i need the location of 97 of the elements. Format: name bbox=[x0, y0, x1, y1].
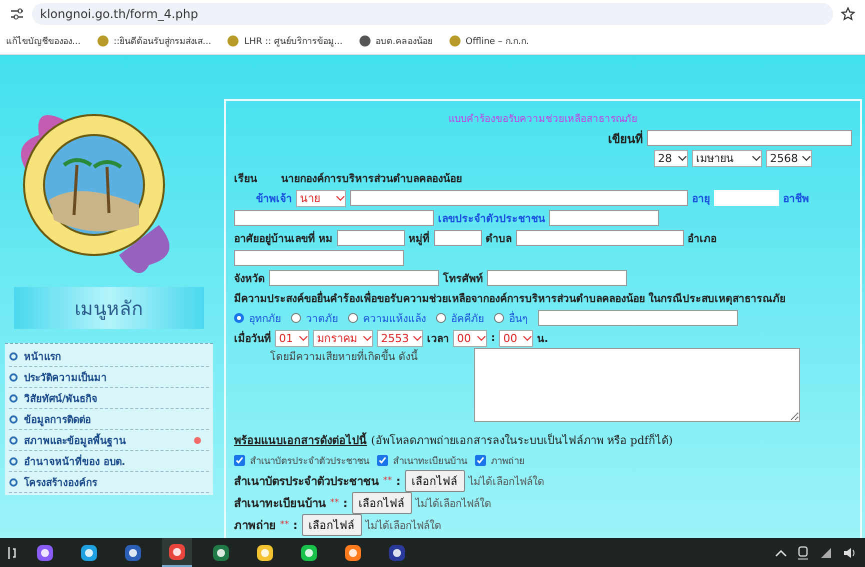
form-title: แบบคำร้องขอรับความช่วยเหลือสาธารณภัย bbox=[448, 112, 638, 127]
phone-field[interactable] bbox=[487, 270, 627, 286]
checkbox-option[interactable]: สำเนาบัตรประจำตัวประชาชน bbox=[234, 452, 369, 468]
bookmark-link[interactable]: ::ยินดีต้อนรับสู่กรมส่งเส... bbox=[96, 34, 212, 48]
attachments-note: (อัพโหลดภาพถ่ายเอกสารลงในระบบเป็นไฟล์ภาพ หรือ pdfก็ได้) bbox=[371, 432, 673, 449]
recipient-text: นายกองค์การบริหารส่วนตำบลคลองน้อย bbox=[281, 172, 462, 186]
month-select[interactable]: เมษายน bbox=[692, 150, 762, 166]
choose-file-button[interactable]: เลือกไฟล์ bbox=[352, 492, 412, 514]
task-view-icon[interactable] bbox=[8, 546, 16, 560]
menu-item[interactable]: ประวัติความเป็นมา bbox=[24, 370, 209, 384]
required-mark: ** bbox=[330, 498, 339, 508]
title-select[interactable]: นาย bbox=[296, 190, 346, 206]
district-field[interactable] bbox=[234, 250, 404, 266]
menu-item[interactable]: วิสัยทัศน์/พันธกิจ bbox=[24, 390, 209, 406]
day-select[interactable]: 28 bbox=[654, 150, 688, 166]
radio-option[interactable]: ความแห้งแล้ง bbox=[348, 310, 426, 326]
radio-option[interactable]: วาตภัย bbox=[291, 310, 338, 326]
id-number-field[interactable] bbox=[549, 210, 659, 226]
file-status-text: ไม่ได้เลือกไฟล์ใด bbox=[416, 496, 492, 512]
ring-bullet-icon bbox=[9, 456, 18, 466]
file-status-text: ไม่ได้เลือกไฟล์ใด bbox=[366, 518, 442, 534]
other-field[interactable] bbox=[538, 310, 738, 326]
site-settings-icon[interactable] bbox=[10, 8, 24, 20]
attachments-heading: พร้อมแนบเอกสารดังต่อไปนี้ bbox=[234, 431, 367, 449]
menu-item[interactable]: อำนาจหน้าที่ของ อบต. bbox=[24, 454, 209, 468]
name-field[interactable] bbox=[350, 190, 688, 206]
ring-bullet-icon bbox=[9, 478, 18, 486]
ring-bullet-icon bbox=[9, 372, 18, 382]
menu-item[interactable]: ข้อมูลการติดต่อ bbox=[24, 412, 209, 426]
separator-text: : bbox=[491, 332, 496, 344]
radio-option[interactable]: อัคคีภัย bbox=[436, 310, 484, 326]
field-label: เมื่อวันที่ bbox=[234, 330, 271, 346]
field-label: อาชีพ bbox=[783, 192, 809, 206]
hour-select[interactable]: 00 bbox=[453, 330, 487, 346]
ring-bullet-icon bbox=[9, 436, 18, 444]
field-label: โดยมีความเสียหายที่เกิดขึ้น ดังนี้ bbox=[269, 348, 419, 365]
ring-bullet-icon bbox=[9, 414, 18, 424]
age-field[interactable] bbox=[714, 190, 779, 206]
house-number-field[interactable] bbox=[336, 230, 405, 246]
radio-option[interactable]: อุทกภัย bbox=[234, 310, 281, 326]
file-status-text: ไม่ได้เลือกไฟล์ใด bbox=[468, 474, 545, 490]
month-select[interactable]: มกราคม bbox=[313, 330, 373, 346]
field-label: เรียน bbox=[234, 172, 257, 186]
purpose-text: มีความประสงค์ขอยื่นคำร้องเพื่อขอรับความช่วยเหลือจากองค์การบริหารส่วนตำบลคลองน้อย ในกรณีประสบเหตุสาธารณภัย bbox=[234, 290, 786, 306]
upload-label: สำเนาทะเบียนบ้าน bbox=[234, 495, 326, 512]
bookmark-link[interactable]: แก้ไขบัญชีขององ... bbox=[6, 34, 81, 48]
upload-label: สำเนาบัตรประจำตัวประชาชน bbox=[234, 473, 379, 490]
upload-label: ภาพถ่าย bbox=[234, 517, 276, 534]
checkmark-icon bbox=[235, 456, 244, 464]
menu-item[interactable]: หน้าแรก bbox=[24, 348, 209, 364]
separator-text: : bbox=[343, 496, 348, 510]
menu-item[interactable]: โครงสร้างองค์กร bbox=[24, 474, 209, 490]
damage-textarea[interactable] bbox=[474, 348, 800, 422]
required-mark: ** bbox=[280, 520, 289, 530]
field-label: ตำบล bbox=[486, 232, 512, 246]
minute-select[interactable]: 00 bbox=[499, 330, 534, 346]
separator-text: : bbox=[396, 474, 401, 488]
bookmark-link[interactable]: Offline – ก.ก.ก. bbox=[448, 34, 529, 48]
choose-file-button[interactable]: เลือกไฟล์ bbox=[404, 470, 465, 492]
bookmark-link[interactable]: อบต.คลองน้อย bbox=[358, 34, 433, 48]
field-label: อำเภอ bbox=[688, 232, 717, 246]
field-label: โทรศัพท์ bbox=[443, 271, 483, 286]
year-select[interactable]: 2568 bbox=[766, 150, 812, 166]
star-icon[interactable] bbox=[841, 7, 855, 21]
village-field[interactable] bbox=[434, 230, 482, 246]
field-label: อายุ bbox=[692, 192, 710, 206]
menu-title: เมนูหลัก bbox=[14, 287, 204, 329]
checkbox-option[interactable]: ภาพถ่าย bbox=[475, 452, 525, 468]
checkmark-icon bbox=[378, 456, 387, 464]
input-field[interactable] bbox=[647, 130, 852, 146]
checkmark-icon bbox=[476, 456, 485, 464]
menu-item[interactable]: สภาพและข้อมูลพื้นฐาน bbox=[24, 432, 188, 448]
ring-bullet-icon bbox=[9, 394, 18, 402]
day-select[interactable]: 01 bbox=[275, 330, 309, 346]
speaker-icon[interactable] bbox=[843, 546, 857, 558]
field-label: เขียนที่ bbox=[608, 129, 643, 148]
unit-text: น. bbox=[537, 332, 548, 346]
chevron-up-icon[interactable] bbox=[775, 548, 787, 556]
field-label: อาศัยอยู่บ้านเลขที่ หม bbox=[234, 230, 333, 246]
province-field[interactable] bbox=[269, 270, 439, 286]
device-icon[interactable] bbox=[797, 546, 809, 560]
occupation-field[interactable] bbox=[234, 210, 434, 226]
field-label: เวลา bbox=[427, 332, 449, 346]
bookmark-link[interactable]: LHR :: ศูนย์บริการข้อมู... bbox=[227, 34, 343, 48]
radio-option[interactable]: อื่นๆ bbox=[494, 310, 528, 326]
field-label: จังหวัด bbox=[234, 272, 265, 286]
year-select[interactable]: 2553 bbox=[377, 330, 423, 346]
required-mark: ** bbox=[383, 476, 392, 486]
field-label: ข้าพเจ้า bbox=[256, 192, 292, 206]
checkbox-option[interactable]: สำเนาทะเบียนบ้าน bbox=[377, 452, 467, 468]
address-bar[interactable]: klongnoi.go.th/form_4.php bbox=[32, 3, 833, 25]
separator-text: : bbox=[293, 518, 298, 532]
choose-file-button[interactable]: เลือกไฟล์ bbox=[302, 514, 362, 536]
subdistrict-field[interactable] bbox=[516, 230, 684, 246]
ring-bullet-icon bbox=[9, 352, 18, 360]
field-label: เลขประจำตัวประชาชน bbox=[438, 212, 545, 226]
field-label: หมู่ที่ bbox=[408, 230, 430, 246]
